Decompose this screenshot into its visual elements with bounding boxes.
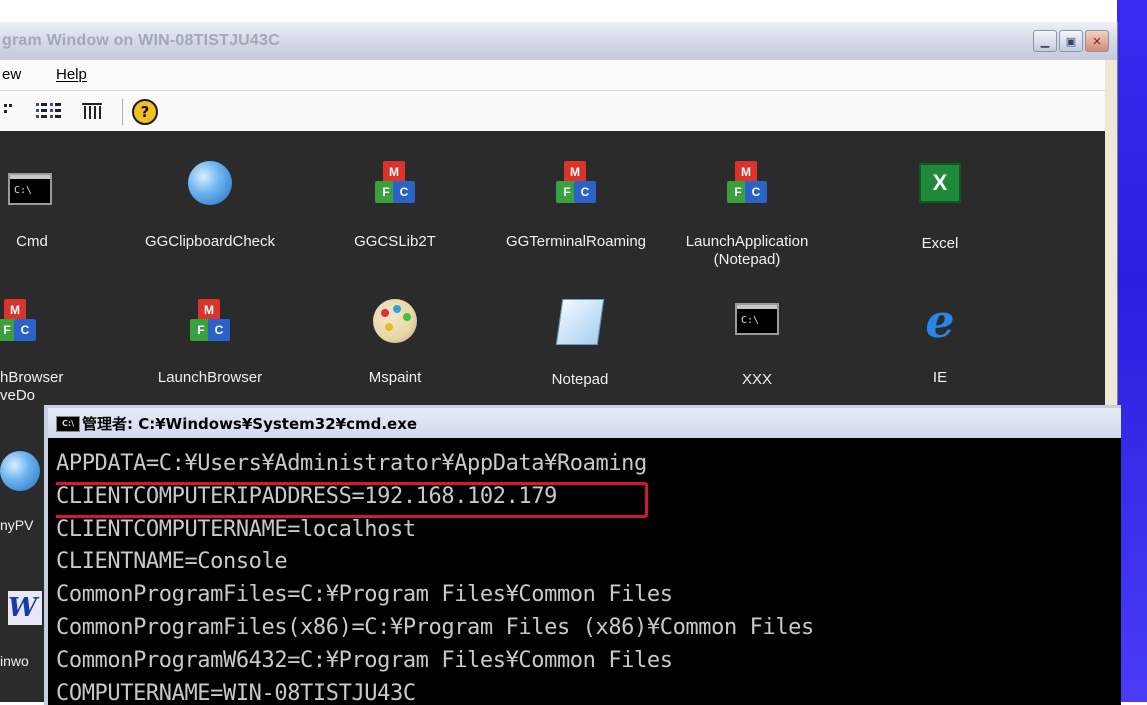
app-label-line2: (Notepad) (713, 251, 781, 268)
app-label: XXX (741, 371, 772, 388)
view-icons-icon[interactable] (4, 101, 104, 121)
app-item-excel[interactable]: X Excel (895, 163, 985, 253)
cmd-window[interactable]: C:\ 管理者: C:¥Windows¥System32¥cmd.exe APP… (44, 405, 1121, 705)
cmd-icon: C:\ (8, 173, 52, 205)
partial-label: inwo (0, 653, 29, 669)
cmd-window-icon: C:\ (56, 416, 80, 432)
cmd-line: CLIENTCOMPUTERNAME=localhost (56, 516, 416, 542)
cmd-output[interactable]: APPDATA=C:¥Users¥Administrator¥AppData¥R… (56, 448, 1121, 705)
app-item-xxx[interactable]: C:\ XXX (712, 303, 802, 389)
cmd-titlebar[interactable]: C:\ 管理者: C:¥Windows¥System32¥cmd.exe (48, 408, 1121, 438)
blocks-icon: M F C (0, 299, 38, 343)
palette-icon (373, 299, 417, 343)
app-label: Notepad (551, 371, 609, 388)
app-label: hBrowser (0, 369, 64, 386)
notepad-icon (555, 299, 605, 345)
cmd-line: CommonProgramW6432=C:¥Program Files¥Comm… (56, 647, 673, 673)
cmd-line: APPDATA=C:¥Users¥Administrator¥AppData¥R… (56, 451, 647, 476)
window-title: gram Window on WIN-08TISTJU43C (2, 32, 280, 49)
blocks-icon: M F C (725, 161, 769, 205)
app-item-launchapplication[interactable]: M F C LaunchApplication (Notepad) (672, 161, 822, 269)
app-label: GGClipboardCheck (144, 233, 276, 250)
cmd-line: COMPUTERNAME=WIN-08TISTJU43C (56, 680, 416, 705)
app-item-ie[interactable]: e IE (895, 294, 985, 387)
desktop-background (1117, 0, 1147, 702)
app-label: LaunchBrowser (157, 369, 263, 386)
cmd-icon: C:\ (735, 303, 779, 335)
partial-label: nyPV (0, 517, 34, 533)
app-label: Mspaint (368, 369, 422, 386)
app-label-line2: veDo (0, 387, 36, 404)
ie-icon: e (925, 294, 955, 348)
blocks-icon: M F C (373, 161, 417, 205)
globe-icon (0, 451, 40, 491)
app-item-launchbrowser[interactable]: M F C LaunchBrowser (135, 299, 285, 387)
app-item-ggcslib2t[interactable]: M F C GGCSLib2T (340, 161, 450, 251)
close-button[interactable]: ✕ (1085, 30, 1109, 52)
word-icon: W (8, 591, 42, 625)
blocks-icon: M F C (554, 161, 598, 205)
minimize-button[interactable]: ▁ (1033, 30, 1057, 52)
excel-icon: X (919, 163, 961, 203)
app-item-ggterminalroaming[interactable]: M F C GGTerminalRoaming (486, 161, 666, 251)
app-label: GGTerminalRoaming (505, 233, 647, 250)
app-item-mspaint[interactable]: Mspaint (340, 299, 450, 387)
help-icon[interactable]: ? (132, 99, 158, 125)
app-item-notepad[interactable]: Notepad (520, 299, 640, 389)
menu-help[interactable]: Help (56, 66, 87, 83)
app-item-cmd[interactable]: C:\ Cmd (4, 173, 60, 251)
cmd-title: 管理者: C:¥Windows¥System32¥cmd.exe (82, 415, 418, 433)
app-label: IE (932, 369, 948, 386)
toolbar: ? (0, 91, 1105, 132)
menu-view[interactable]: ew (2, 66, 21, 83)
globe-icon (188, 161, 232, 205)
cmd-line: CommonProgramFiles(x86)=C:¥Program Files… (56, 614, 814, 640)
app-label: GGCSLib2T (354, 233, 436, 250)
cmd-line: CommonProgramFiles=C:¥Program Files¥Comm… (56, 582, 673, 608)
menu-bar: ew Help (0, 60, 1105, 91)
restore-button[interactable]: ▣ (1059, 30, 1083, 52)
highlight-box (56, 482, 648, 518)
app-label: Excel (921, 235, 959, 252)
blocks-icon: M F C (188, 299, 232, 343)
app-label: LaunchApplication (685, 233, 809, 250)
toolbar-separator (122, 99, 123, 125)
app-item-ggclipboardcheck[interactable]: GGClipboardCheck (125, 161, 295, 251)
app-label: Cmd (16, 233, 48, 250)
cmd-line: CLIENTNAME=Console (56, 549, 288, 575)
window-titlebar[interactable]: gram Window on WIN-08TISTJU43C ▁ ▣ ✕ (0, 22, 1117, 60)
app-item-launchbrowser-partial[interactable]: M F C hBrowser veDo (0, 299, 90, 405)
